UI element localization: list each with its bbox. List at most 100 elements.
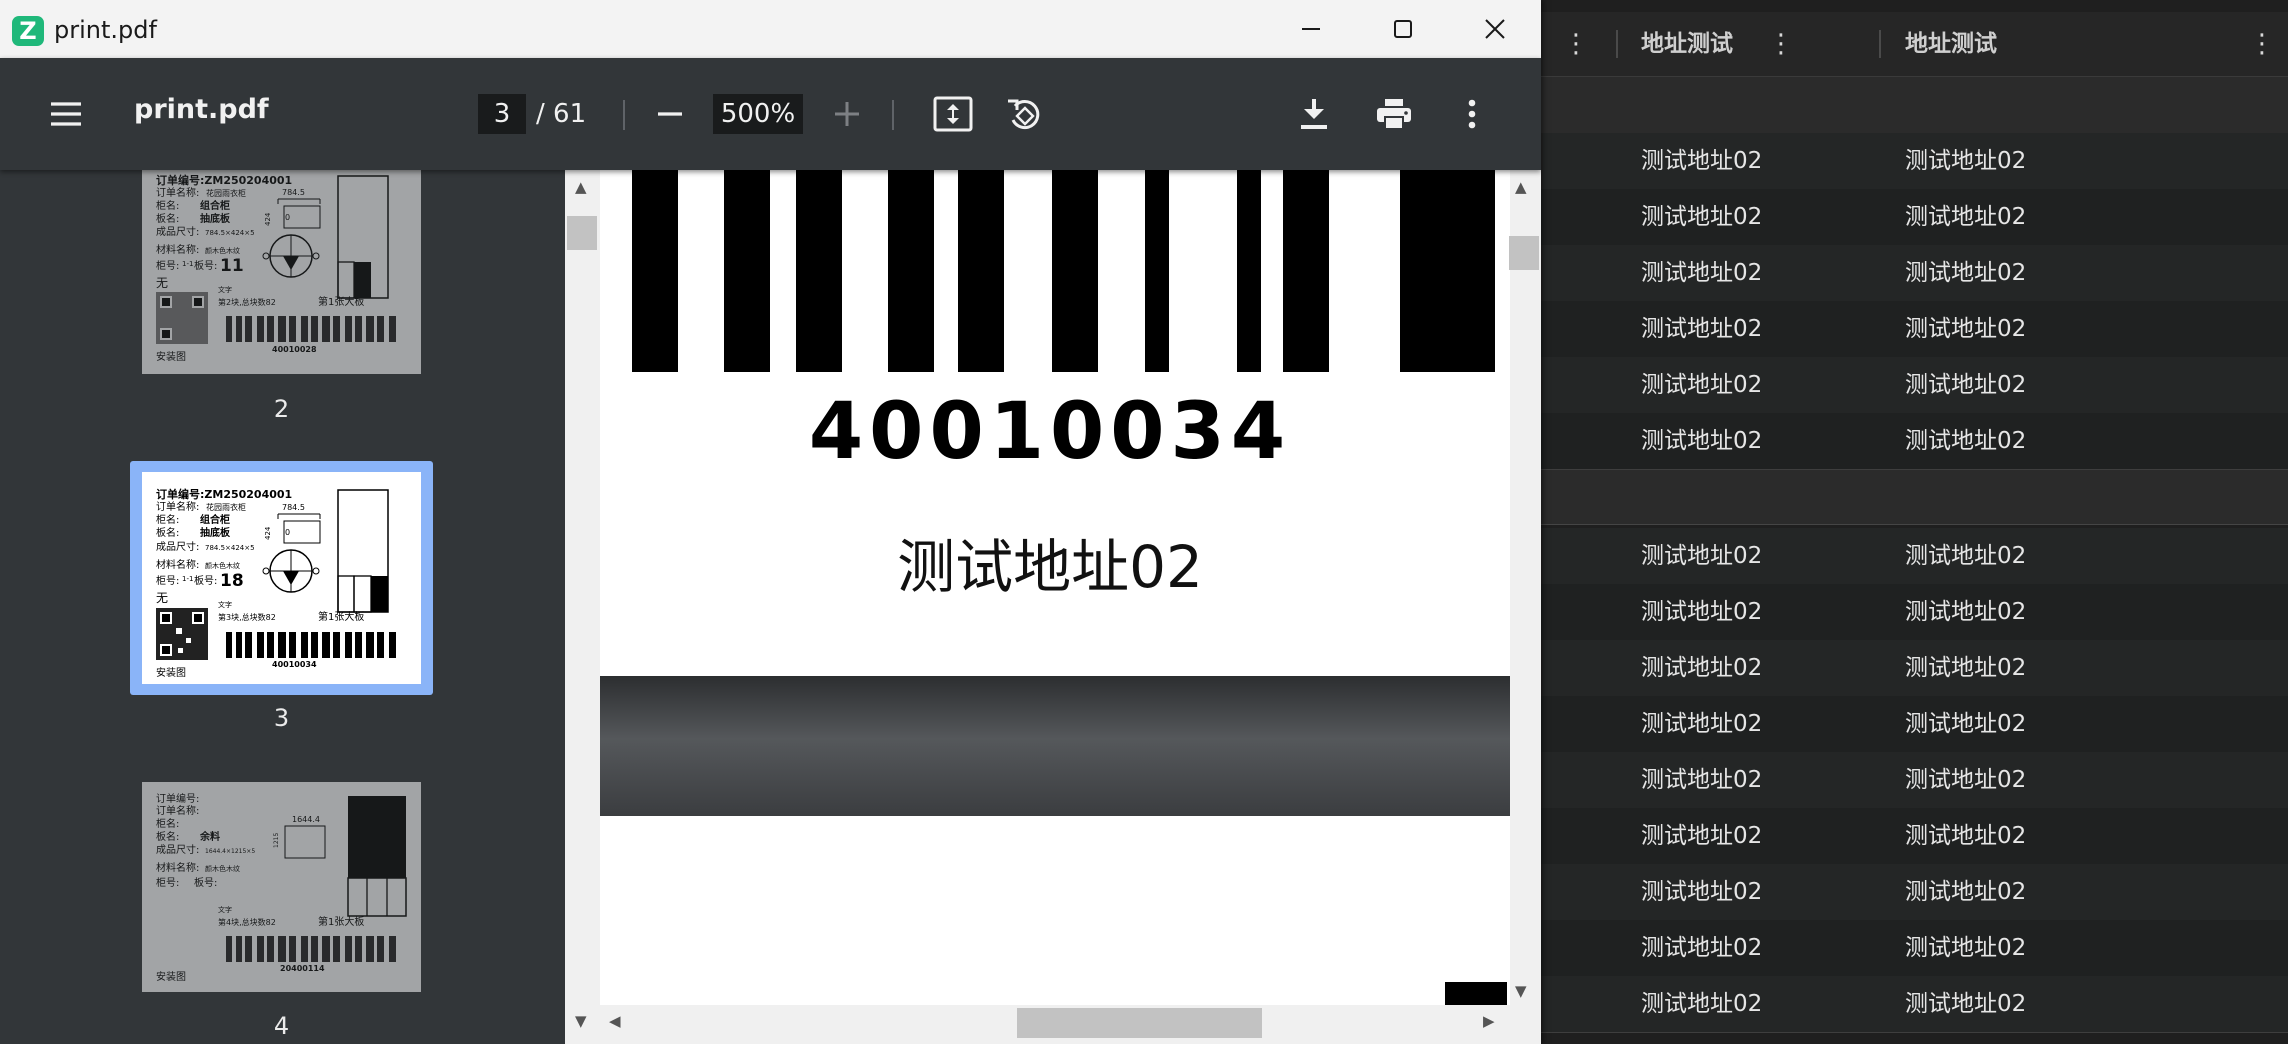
table-row[interactable]: 测试地址02 测试地址02 — [1541, 864, 2288, 921]
svg-text:柜名:: 柜名: — [156, 199, 179, 212]
thumbnail-label-image: 订单编号: 订单名称: 柜名: 板名: 余料 成品尺寸: 1644.4×1215… — [156, 792, 407, 983]
svg-text:1-1: 1-1 — [182, 575, 193, 583]
svg-text:订单编号:ZM250204001: 订单编号:ZM250204001 — [156, 487, 292, 501]
minimize-button[interactable] — [1265, 0, 1357, 58]
table-cell: 测试地址02 — [1641, 711, 1763, 737]
download-icon[interactable] — [1292, 92, 1336, 136]
svg-text:第1张大板: 第1张大板 — [318, 915, 364, 928]
table-cell: 测试地址02 — [1641, 316, 1763, 342]
minimize-icon — [1302, 28, 1320, 30]
table-row[interactable]: 测试地址02 测试地址02 — [1541, 301, 2288, 358]
svg-text:11: 11 — [220, 256, 244, 276]
print-icon[interactable] — [1371, 92, 1417, 136]
page-total: / 61 — [536, 99, 587, 129]
column-header-address-2[interactable]: 地址测试 — [1905, 12, 1997, 76]
table-row[interactable]: 测试地址02 测试地址02 — [1541, 584, 2288, 641]
table-row[interactable]: 测试地址02 测试地址02 — [1541, 976, 2288, 1033]
table-row[interactable]: 测试地址02 测试地址02 — [1541, 696, 2288, 753]
table-header: ⋮ 地址测试 ⋮ 地址测试 ⋮ — [1541, 12, 2288, 77]
table-cell: 测试地址02 — [1641, 991, 1763, 1017]
svg-text:18: 18 — [220, 571, 244, 591]
rotate-icon[interactable] — [1002, 92, 1048, 136]
column-divider[interactable] — [1879, 30, 1881, 58]
fit-page-icon[interactable] — [930, 92, 976, 136]
zoom-out-icon[interactable] — [650, 94, 690, 134]
table-cell: 测试地址02 — [1905, 823, 2027, 849]
svg-text:成品尺寸:: 成品尺寸: — [156, 540, 199, 553]
table-cell: 测试地址02 — [1905, 428, 2027, 454]
scroll-down-arrow-icon[interactable]: ▼ — [575, 1012, 587, 1030]
menu-icon[interactable] — [42, 94, 90, 134]
svg-text:第4块,总块数82: 第4块,总块数82 — [218, 917, 276, 927]
svg-text:板名:: 板名: — [156, 526, 179, 539]
table-row[interactable]: 测试地址02 测试地址02 — [1541, 752, 2288, 809]
barcode-number: 40010034 — [809, 387, 1291, 477]
zoom-level-input[interactable]: 500% — [713, 94, 803, 134]
document-title: print.pdf — [134, 94, 269, 125]
table-row[interactable]: 测试地址02 测试地址02 — [1541, 413, 2288, 470]
thumbnail-page-2[interactable]: 订单编号:ZM250204001 订单名称: 花园雨衣柜 柜名: 组合柜 板名:… — [142, 170, 421, 374]
svg-text:颜木色木纹: 颜木色木纹 — [205, 561, 240, 570]
table-cell: 测试地址02 — [1641, 823, 1763, 849]
column-header-address-1[interactable]: 地址测试 — [1641, 12, 1733, 76]
scroll-up-arrow-icon[interactable]: ▲ — [1515, 178, 1527, 196]
scroll-up-arrow-icon[interactable]: ▲ — [575, 178, 587, 196]
svg-text:文字: 文字 — [218, 285, 232, 294]
zoom-in-icon[interactable] — [827, 94, 867, 134]
horizontal-scrollbar-thumb[interactable] — [1017, 1008, 1262, 1038]
svg-text:柜号:: 柜号: — [156, 876, 179, 889]
scroll-left-arrow-icon[interactable]: ◀ — [609, 1012, 621, 1030]
thumbnail-sidebar[interactable]: 订单编号:ZM250204001 订单名称: 花园雨衣柜 柜名: 组合柜 板名:… — [0, 170, 565, 1044]
pdf-page-viewport[interactable]: ▲ ▼ 40010034 测试地址02 ▲ ▼ ◀ ▶ — [565, 170, 1541, 1044]
window-titlebar[interactable]: Z print.pdf — [0, 0, 1541, 58]
table-cell: 测试地址02 — [1905, 879, 2027, 905]
table-cell: 测试地址02 — [1641, 372, 1763, 398]
svg-text:成品尺寸:: 成品尺寸: — [156, 225, 199, 238]
svg-text:784.5×424×5: 784.5×424×5 — [205, 544, 255, 552]
app-icon: Z — [12, 16, 44, 46]
table-row[interactable]: 测试地址02 测试地址02 — [1541, 640, 2288, 697]
table-cell: 测试地址02 — [1905, 599, 2027, 625]
more-options-icon[interactable] — [1452, 92, 1492, 136]
table-row[interactable]: 测试地址02 测试地址02 — [1541, 189, 2288, 246]
column-menu-icon[interactable]: ⋮ — [1556, 12, 1596, 76]
scroll-right-arrow-icon[interactable]: ▶ — [1483, 1012, 1495, 1030]
svg-text:组合柜: 组合柜 — [200, 199, 230, 212]
vertical-scrollbar-thumb[interactable] — [1509, 236, 1539, 270]
maximize-button[interactable] — [1357, 0, 1449, 58]
svg-text:订单编号:: 订单编号: — [156, 792, 199, 805]
thumbnail-page-4[interactable]: 订单编号: 订单名称: 柜名: 板名: 余料 成品尺寸: 1644.4×1215… — [142, 782, 421, 992]
table-cell: 测试地址02 — [1641, 879, 1763, 905]
table-row[interactable]: 测试地址02 测试地址02 — [1541, 528, 2288, 585]
scroll-down-arrow-icon[interactable]: ▼ — [1515, 982, 1527, 1000]
svg-text:无: 无 — [156, 591, 168, 605]
svg-text:订单名称:: 订单名称: — [156, 500, 199, 513]
svg-text:第2块,总块数82: 第2块,总块数82 — [218, 297, 276, 307]
table-cell: 测试地址02 — [1641, 260, 1763, 286]
svg-text:40010028: 40010028 — [272, 345, 317, 354]
table-row[interactable]: 测试地址02 测试地址02 — [1541, 808, 2288, 865]
table-row[interactable]: 测试地址02 测试地址02 — [1541, 245, 2288, 302]
table-row[interactable]: 测试地址02 测试地址02 — [1541, 133, 2288, 190]
svg-text:组合柜: 组合柜 — [200, 513, 230, 526]
svg-text:文字: 文字 — [218, 600, 232, 609]
svg-text:784.5: 784.5 — [282, 188, 305, 197]
column-menu-icon[interactable]: ⋮ — [2242, 12, 2282, 76]
thumbnail-page-number: 2 — [273, 395, 290, 423]
sidebar-scrollbar-thumb[interactable] — [567, 216, 597, 250]
close-button[interactable] — [1449, 0, 1541, 58]
group-row[interactable] — [1541, 470, 2288, 525]
column-divider[interactable] — [1616, 30, 1618, 58]
svg-text:0: 0 — [285, 528, 290, 537]
svg-text:1-1: 1-1 — [182, 260, 193, 268]
column-menu-icon[interactable]: ⋮ — [1761, 12, 1801, 76]
page-number-input[interactable]: 3 — [478, 94, 526, 134]
table-row[interactable]: 测试地址02 测试地址02 — [1541, 920, 2288, 977]
svg-text:板名:: 板名: — [156, 830, 179, 843]
table-row[interactable]: 测试地址02 测试地址02 — [1541, 357, 2288, 414]
table-cell: 测试地址02 — [1641, 543, 1763, 569]
svg-text:0: 0 — [285, 213, 290, 222]
group-row[interactable] — [1541, 77, 2288, 134]
thumbnail-label-image: 订单编号:ZM250204001 订单名称: 花园雨衣柜 柜名: 组合柜 板名:… — [156, 173, 396, 363]
thumbnail-page-3[interactable]: 订单编号:ZM250204001 订单名称: 花园雨衣柜 柜名: 组合柜 板名:… — [142, 472, 421, 684]
